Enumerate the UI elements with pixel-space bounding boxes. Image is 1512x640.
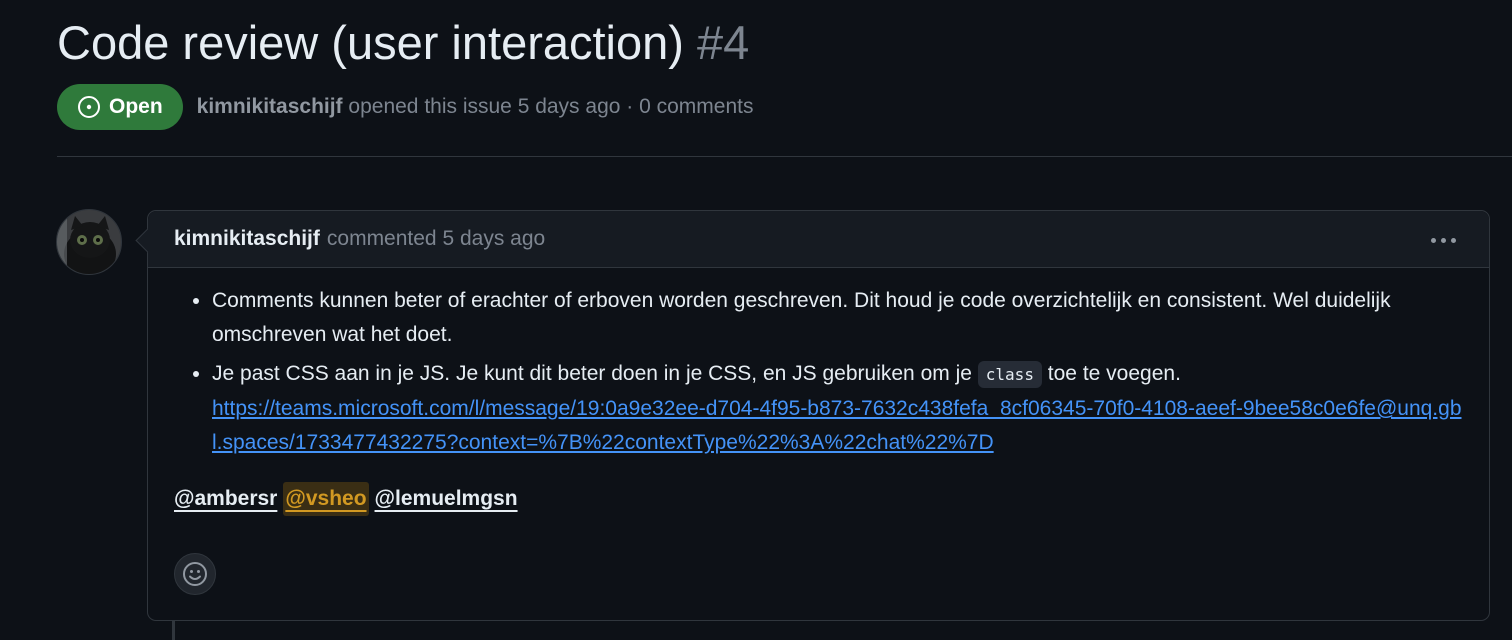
avatar-image xyxy=(57,210,121,274)
header-divider xyxy=(57,156,1512,157)
comment-box: kimnikitaschijf commented 5 days ago Com… xyxy=(135,210,1490,621)
smiley-icon xyxy=(183,562,207,586)
comment-bullet: Comments kunnen beter of erachter of erb… xyxy=(212,284,1463,352)
issue-title: Code review (user interaction) #4 xyxy=(57,12,749,74)
avatar[interactable] xyxy=(56,209,122,275)
issue-author-link[interactable]: kimnikitaschijf xyxy=(197,95,343,118)
issue-meta-text: kimnikitaschijf opened this issue 5 days… xyxy=(197,95,754,119)
bullet-text: Je past CSS aan in je JS. Je kunt dit be… xyxy=(212,362,972,385)
bullet-text: Comments kunnen beter of erachter of erb… xyxy=(212,289,1391,346)
mentions: @ambersr @vsheo @lemuelmgsn xyxy=(174,482,1463,516)
bullet-text: toe te voegen. xyxy=(1047,362,1181,385)
comment-header: kimnikitaschijf commented 5 days ago xyxy=(148,211,1489,268)
teams-message-link[interactable]: https://teams.microsoft.com/l/message/19… xyxy=(212,397,1462,454)
comment-bullet-list: Comments kunnen beter of erachter of erb… xyxy=(174,284,1463,460)
comment-author-link[interactable]: kimnikitaschijf xyxy=(174,227,320,251)
add-reaction-button[interactable] xyxy=(174,553,216,595)
kebab-dot xyxy=(1440,237,1446,243)
inline-code: class xyxy=(977,361,1042,388)
kebab-dot xyxy=(1450,237,1456,243)
comment-body: Comments kunnen beter of erachter of erb… xyxy=(148,268,1489,516)
issue-opened-text: opened this issue 5 days ago · 0 comment… xyxy=(348,95,754,118)
timeline-line xyxy=(172,620,175,640)
issue-state-badge: Open xyxy=(57,84,183,130)
mention-lemuelmgsn[interactable]: @lemuelmgsn xyxy=(375,482,518,516)
mention-ambersr[interactable]: @ambersr xyxy=(174,482,277,516)
mention-vsheo[interactable]: @vsheo xyxy=(283,482,369,516)
issue-title-text: Code review (user interaction) xyxy=(57,16,684,69)
issue-opened-icon xyxy=(78,96,100,118)
issue-number: #4 xyxy=(697,16,750,69)
comment-timestamp[interactable]: commented 5 days ago xyxy=(327,227,545,251)
issue-state-label: Open xyxy=(109,95,163,118)
comment-bullet: Je past CSS aan in je JS. Je kunt dit be… xyxy=(212,357,1463,460)
kebab-dot xyxy=(1430,237,1436,243)
issue-meta: Open kimnikitaschijf opened this issue 5… xyxy=(57,84,753,130)
kebab-horizontal-icon[interactable] xyxy=(1427,231,1459,249)
